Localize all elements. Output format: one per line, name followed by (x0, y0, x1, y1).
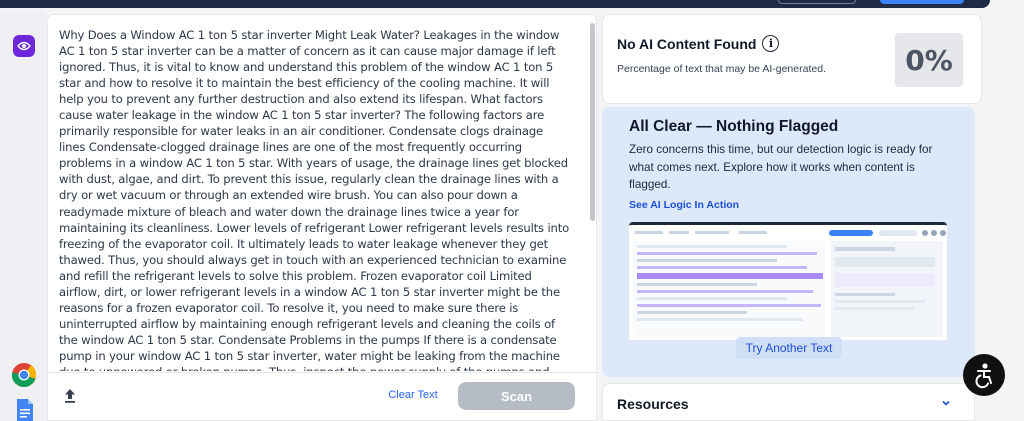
try-another-text-button[interactable]: Try Another Text (736, 337, 842, 359)
chevron-down-icon[interactable] (940, 396, 952, 408)
upload-icon[interactable] (62, 387, 78, 405)
all-clear-heading: All Clear — Nothing Flagged (629, 118, 839, 135)
ai-percentage: 0% (895, 33, 963, 87)
resources-label: Resources (617, 396, 689, 412)
scrollbar-thumb[interactable] (590, 23, 595, 221)
eye-icon[interactable] (13, 35, 35, 57)
clear-text-button[interactable]: Clear Text (383, 389, 443, 401)
navbar-button[interactable] (778, 0, 856, 4)
preview-image (629, 222, 947, 340)
info-icon[interactable]: i (762, 35, 780, 52)
chrome-icon[interactable] (11, 362, 37, 388)
google-docs-icon[interactable] (11, 398, 37, 421)
divider (48, 372, 596, 373)
text-input-area[interactable]: Why Does a Window AC 1 ton 5 star invert… (59, 27, 571, 371)
navbar-primary-button[interactable] (880, 0, 964, 4)
all-clear-description: Zero concerns this time, but our detecti… (629, 143, 933, 191)
results-panel: No AI Content Found i Percentage of text… (602, 14, 982, 421)
text-editor-card: Why Does a Window AC 1 ton 5 star invert… (47, 14, 597, 421)
all-clear-panel: All Clear — Nothing Flagged Zero concern… (602, 107, 975, 377)
top-navbar (0, 0, 990, 8)
left-rail (0, 10, 46, 421)
scan-button[interactable]: Scan (458, 382, 575, 410)
result-summary: No AI Content Found i Percentage of text… (602, 14, 982, 104)
accessibility-icon[interactable] (963, 354, 1005, 396)
result-title-row: No AI Content Found i (617, 35, 780, 52)
see-ai-logic-link[interactable]: See AI Logic In Action (629, 199, 739, 211)
resources-accordion[interactable]: Resources (602, 383, 975, 421)
result-subtitle: Percentage of text that may be AI-genera… (617, 63, 826, 75)
result-title: No AI Content Found (617, 35, 757, 52)
